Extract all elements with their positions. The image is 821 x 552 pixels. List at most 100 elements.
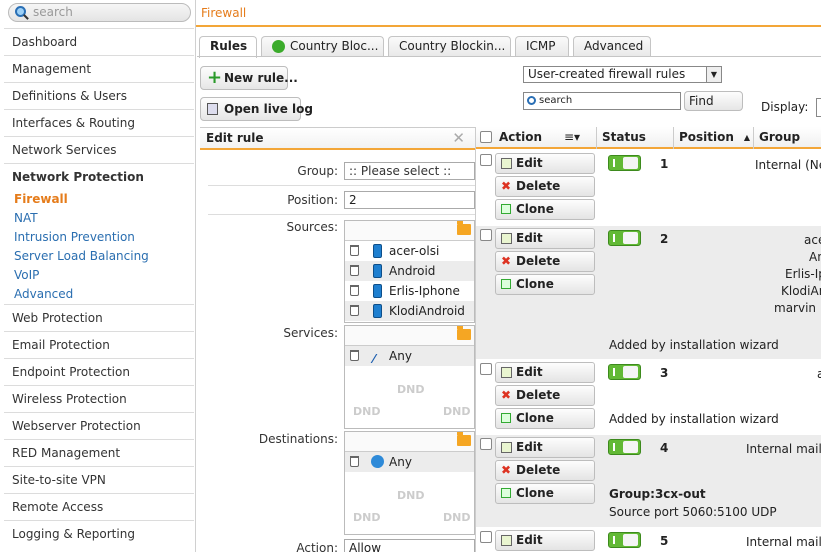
edit-icon [501, 442, 512, 453]
row-checkbox[interactable] [480, 154, 492, 166]
destinations-list[interactable]: Any DND DND DND [344, 431, 475, 535]
row-checkbox[interactable] [480, 438, 492, 450]
edit-button[interactable]: Edit [495, 437, 595, 458]
folder-icon[interactable] [457, 221, 471, 235]
edit-rule-panel: Edit rule ✕ Group: :: Please select :: Po… [200, 127, 475, 552]
tab-country-blocking[interactable]: Country Bloc... [261, 36, 384, 57]
row-checkbox[interactable] [480, 363, 492, 375]
trash-icon[interactable] [350, 245, 359, 256]
edit-button[interactable]: Edit [495, 228, 595, 249]
services-toolbar [345, 326, 474, 346]
rule-source: ace [804, 233, 821, 247]
delete-button[interactable]: ✖ Delete [495, 251, 595, 272]
list-item[interactable]: acer-olsi [345, 241, 474, 261]
row-checkbox[interactable] [480, 229, 492, 241]
check-icon [272, 40, 285, 53]
edit-rule-header: Edit rule ✕ [200, 128, 475, 150]
trash-icon[interactable] [350, 265, 359, 276]
row-checkbox[interactable] [480, 531, 492, 543]
nav-dashboard[interactable]: Dashboard [4, 28, 194, 55]
close-icon[interactable]: ✕ [452, 128, 465, 148]
edit-button[interactable]: Edit [495, 362, 595, 383]
column-menu-icon[interactable]: ≡▾ [564, 127, 580, 148]
nav-sub-nat[interactable]: NAT [14, 209, 38, 228]
rule-group: a [817, 367, 821, 381]
edit-button[interactable]: Edit [495, 153, 595, 174]
clone-button[interactable]: Clone [495, 274, 595, 295]
nav-web-protection[interactable]: Web Protection [4, 304, 194, 331]
nav-network-services[interactable]: Network Services [4, 136, 194, 163]
status-toggle[interactable] [608, 230, 641, 246]
list-item[interactable]: KlodiAndroid [345, 301, 474, 321]
nav-sub-firewall[interactable]: Firewall [14, 190, 68, 209]
position-label: Position: [287, 193, 338, 207]
nav-endpoint-protection[interactable]: Endpoint Protection [4, 358, 194, 385]
open-live-log-button[interactable]: Open live log [200, 97, 313, 121]
nav-sub-voip[interactable]: VoIP [14, 266, 39, 285]
find-button[interactable]: Find [684, 91, 743, 111]
folder-icon[interactable] [457, 432, 471, 446]
folder-icon[interactable] [457, 326, 471, 340]
trash-icon[interactable] [350, 350, 359, 361]
delete-button[interactable]: ✖ Delete [495, 176, 595, 197]
list-item[interactable]: ⁄ Any [345, 346, 474, 366]
table-row: Edit 5 Internal mail s [476, 528, 821, 552]
nav-interfaces[interactable]: Interfaces & Routing [4, 109, 194, 136]
select-all-checkbox[interactable] [480, 131, 492, 143]
display-select[interactable] [816, 98, 821, 117]
rule-comment: Source port 5060:5100 UDP [609, 505, 777, 519]
tab-icmp[interactable]: ICMP [515, 36, 569, 57]
column-group[interactable]: Group [754, 127, 821, 149]
tab-rules[interactable]: Rules [199, 36, 257, 58]
trash-icon[interactable] [350, 456, 359, 467]
nav-red-management[interactable]: RED Management [4, 439, 194, 466]
nav-remote-access[interactable]: Remote Access [4, 493, 194, 520]
status-toggle[interactable] [608, 155, 641, 171]
services-list[interactable]: ⁄ Any DND DND DND [344, 325, 475, 429]
clone-button[interactable]: Clone [495, 408, 595, 429]
status-toggle[interactable] [608, 532, 641, 548]
nav-sub-slb[interactable]: Server Load Balancing [14, 247, 149, 266]
clone-button[interactable]: Clone [495, 199, 595, 220]
divider [208, 214, 475, 215]
delete-button[interactable]: ✖ Delete [495, 460, 595, 481]
new-rule-button[interactable]: + New rule... [200, 66, 298, 90]
table-header: Action ≡▾ Status Position ▲ Group [476, 127, 821, 149]
trash-icon[interactable] [350, 285, 359, 296]
sidebar-search[interactable]: search [8, 3, 191, 22]
sources-list[interactable]: acer-olsi Android Erlis-Iphone KlodiAndr… [344, 220, 475, 323]
status-toggle[interactable] [608, 364, 641, 380]
column-status[interactable]: Status [597, 127, 674, 149]
nav-sub-advanced[interactable]: Advanced [14, 285, 73, 304]
list-item[interactable]: Android [345, 261, 474, 281]
list-item[interactable]: Any [345, 452, 474, 472]
nav-sub-ips[interactable]: Intrusion Prevention [14, 228, 135, 247]
clone-button[interactable]: Clone [495, 483, 595, 504]
nav-wireless-protection[interactable]: Wireless Protection [4, 385, 194, 412]
action-select[interactable]: Allow [344, 539, 475, 552]
tab-country-blocking-exceptions[interactable]: Country Blockin... [388, 36, 511, 57]
table-search-input[interactable]: search [523, 92, 681, 110]
rule-filter-select[interactable]: User-created firewall rules ▼ [523, 66, 722, 83]
trash-icon[interactable] [350, 305, 359, 316]
edit-button[interactable]: Edit [495, 530, 595, 551]
position-field[interactable]: 2 [344, 191, 475, 209]
status-toggle[interactable] [608, 439, 641, 455]
nav-email-protection[interactable]: Email Protection [4, 331, 194, 358]
nav-site-to-site-vpn[interactable]: Site-to-site VPN [4, 466, 194, 493]
group-select[interactable]: :: Please select :: [344, 162, 475, 180]
rules-table: Action ≡▾ Status Position ▲ Group Edit ✖ De… [475, 127, 821, 552]
tab-advanced[interactable]: Advanced [573, 36, 651, 57]
nav-management[interactable]: Management [4, 55, 194, 82]
dnd-placeholder: DND [353, 405, 381, 418]
nav-logging[interactable]: Logging & Reporting [4, 520, 194, 552]
table-row: Edit ✖Delete Clone 3 a Added by installa… [476, 360, 821, 435]
column-action[interactable]: Action ≡▾ [494, 127, 597, 149]
rule-group-note: Group:3cx-out [609, 487, 706, 501]
host-icon [373, 284, 382, 298]
nav-webserver-protection[interactable]: Webserver Protection [4, 412, 194, 439]
column-position[interactable]: Position ▲ [674, 127, 754, 149]
delete-button[interactable]: ✖ Delete [495, 385, 595, 406]
nav-definitions[interactable]: Definitions & Users [4, 82, 194, 109]
list-item[interactable]: Erlis-Iphone [345, 281, 474, 301]
